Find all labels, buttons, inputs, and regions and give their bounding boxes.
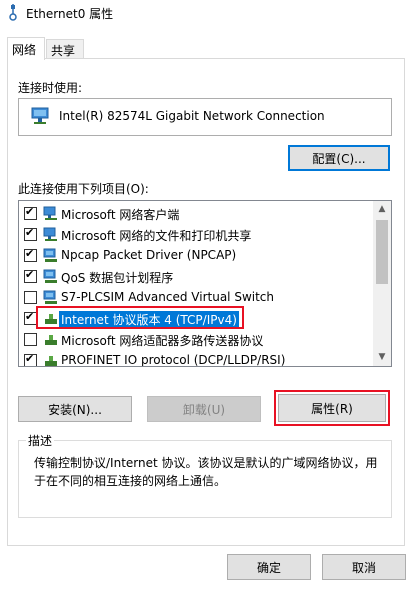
properties-button[interactable]: 属性(R) (274, 390, 390, 426)
network-client-icon (43, 206, 57, 220)
items-label: 此连接使用下列项目(O): (18, 182, 149, 196)
item-checkbox[interactable] (24, 226, 37, 241)
network-card-icon (31, 107, 49, 124)
items-listbox[interactable]: Microsoft 网络客户端 Microsoft 网络的文件和打印机共享 Np… (18, 200, 392, 367)
item-checkbox[interactable] (24, 333, 37, 346)
adapter-name: Intel(R) 82574L Gigabit Network Connecti… (59, 109, 325, 123)
item-label: QoS 数据包计划程序 (61, 271, 174, 285)
tab-network-label: 网络 (12, 43, 37, 57)
ok-button[interactable]: 确定 (227, 554, 311, 580)
list-item[interactable]: Npcap Packet Driver (NPCAP) (19, 245, 371, 266)
list-item[interactable]: QoS 数据包计划程序 (19, 266, 371, 287)
tab-sharing-label: 共享 (51, 44, 76, 58)
cancel-button[interactable]: 取消 (322, 554, 406, 580)
file-printer-sharing-icon (43, 227, 57, 241)
protocol-icon (45, 335, 57, 345)
list-item[interactable]: Microsoft 网络的文件和打印机共享 (19, 224, 371, 245)
adapter-field: Intel(R) 82574L Gigabit Network Connecti… (18, 98, 392, 136)
item-label: Npcap Packet Driver (NPCAP) (61, 248, 237, 262)
vertical-scrollbar[interactable]: ▲ ▼ (373, 201, 391, 366)
configure-button[interactable]: 配置(C)... (288, 145, 390, 171)
title-bar: Ethernet0 属性 (0, 0, 412, 28)
scroll-thumb[interactable] (376, 220, 388, 284)
description-title: 描述 (26, 432, 55, 449)
description-text: 传输控制协议/Internet 协议。该协议是默认的广域网络协议，用于在不同的相… (34, 456, 378, 488)
service-icon (43, 269, 57, 283)
item-label: Microsoft 网络适配器多路传送器协议 (61, 334, 264, 348)
item-label: Microsoft 网络的文件和打印机共享 (61, 229, 252, 243)
network-adapter-icon (9, 4, 17, 21)
service-icon (43, 248, 57, 262)
protocol-icon (45, 356, 57, 366)
scroll-up-icon[interactable]: ▲ (373, 201, 391, 218)
item-checkbox[interactable] (24, 291, 37, 304)
item-checkbox[interactable] (24, 247, 37, 262)
list-item[interactable]: PROFINET IO protocol (DCP/LLDP/RSI) (19, 350, 371, 367)
service-icon (43, 290, 57, 304)
item-checkbox[interactable] (24, 352, 37, 366)
item-label: Microsoft 网络客户端 (61, 208, 180, 222)
install-button[interactable]: 安装(N)... (18, 396, 132, 422)
uninstall-button[interactable]: 卸载(U) (147, 396, 261, 422)
list-item[interactable]: S7-PLCSIM Advanced Virtual Switch (19, 287, 371, 308)
scroll-down-icon[interactable]: ▼ (373, 349, 391, 366)
tab-network[interactable]: 网络 (7, 37, 45, 60)
list-item[interactable]: Microsoft 网络客户端 (19, 203, 371, 224)
item-label: PROFINET IO protocol (DCP/LLDP/RSI) (61, 353, 286, 367)
selection-highlight-box (36, 306, 244, 329)
connect-using-label: 连接时使用: (18, 81, 83, 95)
item-label: S7-PLCSIM Advanced Virtual Switch (61, 290, 274, 304)
item-checkbox[interactable] (24, 268, 37, 283)
tab-sharing[interactable]: 共享 (46, 39, 84, 59)
window-title: Ethernet0 属性 (26, 7, 114, 21)
list-item[interactable]: Microsoft 网络适配器多路传送器协议 (19, 329, 371, 350)
item-checkbox[interactable] (24, 205, 37, 220)
